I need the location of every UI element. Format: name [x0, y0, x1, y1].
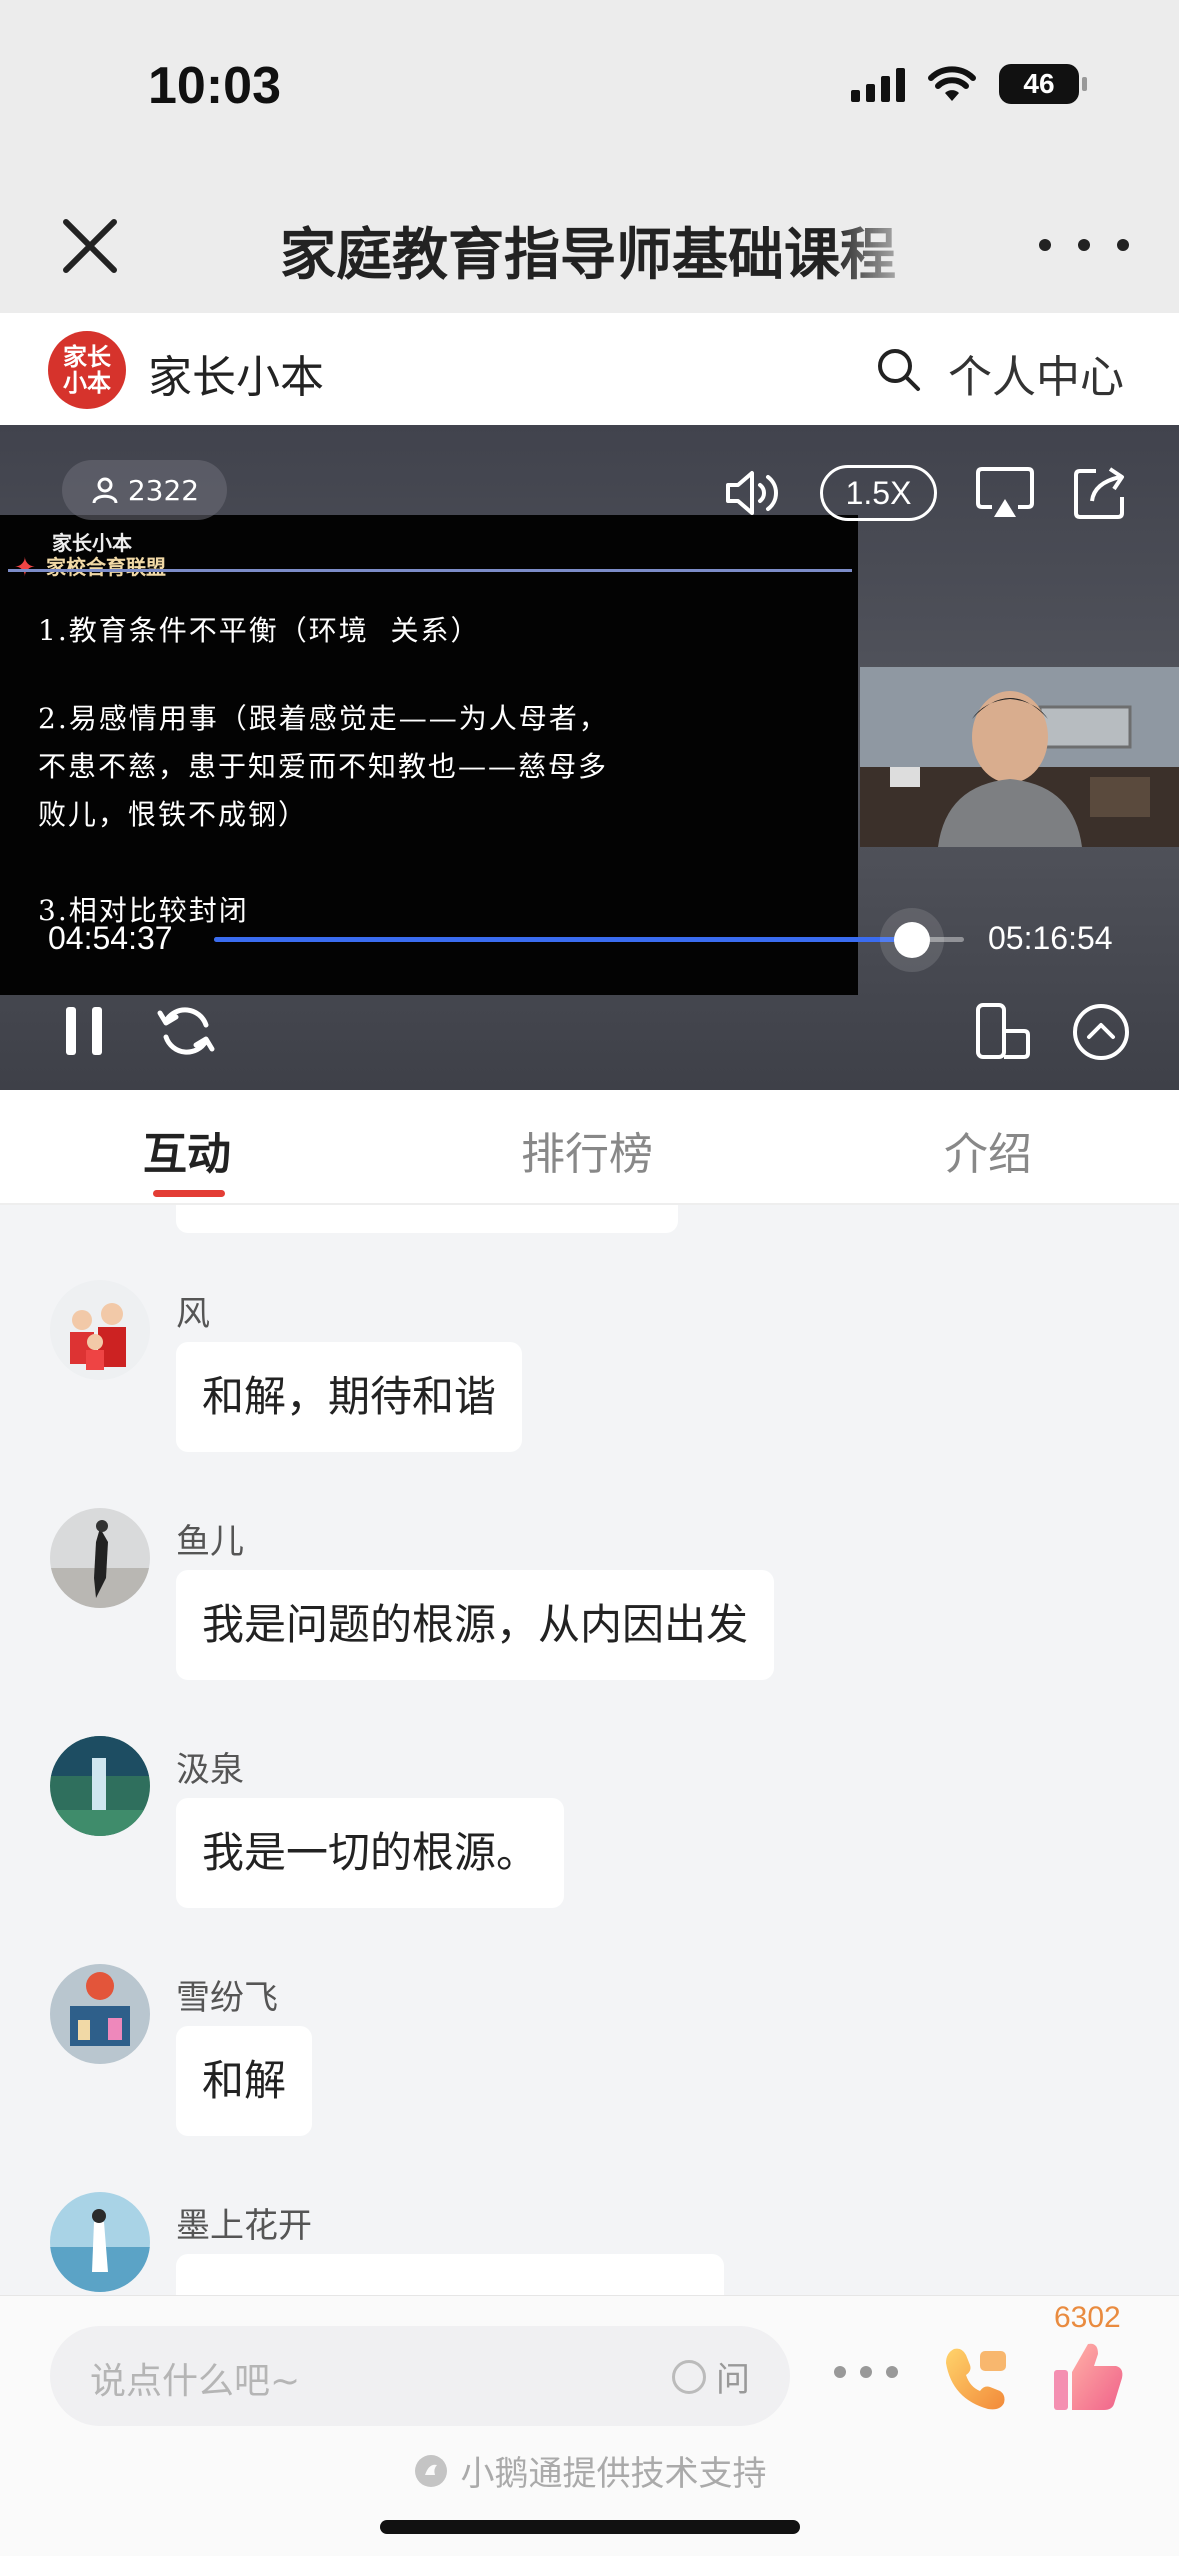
slide-divider	[8, 569, 852, 572]
dot-icon	[886, 2366, 898, 2378]
pause-icon[interactable]	[62, 1005, 108, 1057]
presenter-image	[860, 667, 1179, 847]
playback-speed-button[interactable]: 1.5X	[820, 465, 937, 521]
phone-call-icon[interactable]	[940, 2341, 1012, 2413]
avatar[interactable]	[50, 1508, 150, 1608]
active-tab-indicator	[153, 1190, 225, 1197]
person-icon	[92, 477, 118, 504]
home-indicator[interactable]	[380, 2520, 800, 2534]
comment-author: 汲泉	[176, 1750, 244, 1790]
personal-center-link[interactable]: 个人中心	[948, 341, 1124, 405]
dot-icon	[1117, 239, 1129, 251]
slide-sub-brand: 家校合育联盟	[46, 555, 166, 579]
app-header: 家长 小本 家长小本 个人中心	[0, 313, 1179, 425]
rotate-screen-icon[interactable]	[972, 1001, 1032, 1061]
battery-icon: 46	[999, 64, 1087, 104]
thumbs-up-icon[interactable]	[1048, 2336, 1128, 2416]
logo-text-bottom: 小本	[63, 369, 111, 397]
collapse-up-icon[interactable]	[1070, 1001, 1132, 1063]
page-title: 家庭教育指导师基础课程	[280, 223, 896, 288]
comment-author: 墨上花开	[176, 2206, 312, 2246]
comment-list[interactable]: 风 和解，期待和谐 鱼儿 我是问题的根源，从内因出发 汲泉 我是一切的根源。 雪…	[0, 1205, 1179, 2295]
more-options-button[interactable]	[1039, 220, 1129, 270]
slide-line-1: 1.教育条件不平衡（环境 关系）	[38, 614, 481, 647]
more-actions-button[interactable]	[834, 2366, 898, 2378]
search-icon[interactable]	[874, 345, 924, 395]
cast-icon[interactable]	[974, 465, 1036, 523]
comment-input-placeholder: 说点什么吧~	[90, 2361, 301, 2402]
tab-bar: 互动 排行榜 介绍	[0, 1090, 1179, 1205]
bird-logo-icon: ✦	[14, 553, 36, 583]
dot-icon	[1039, 239, 1051, 251]
comment-author: 雪纷飞	[176, 1978, 278, 2018]
viewer-count: 2322	[62, 460, 227, 520]
tab-leaderboard[interactable]: 排行榜	[521, 1118, 653, 1182]
progress-thumb[interactable]	[893, 922, 930, 958]
comment-author: 风	[176, 1294, 210, 1334]
volume-icon[interactable]	[722, 467, 784, 519]
partial-comment-bubble	[176, 1205, 678, 1233]
comment-text: 我是一切的根源。	[176, 1798, 565, 1908]
ask-question-toggle[interactable]: 问	[672, 2352, 750, 2401]
current-time: 04:54:37	[48, 920, 173, 956]
comment-text: 我是问题的根源，从内因出发	[176, 1570, 775, 1680]
tab-introduction[interactable]: 介绍	[944, 1118, 1032, 1182]
radio-circle-icon	[672, 2359, 706, 2394]
status-time: 10:03	[148, 57, 281, 115]
dot-icon	[860, 2366, 872, 2378]
share-icon[interactable]	[1070, 463, 1130, 523]
progress-fill	[214, 937, 912, 942]
comment-text: 和解	[176, 2026, 313, 2136]
progress-bar[interactable]	[214, 922, 964, 958]
wifi-icon	[928, 66, 976, 101]
comment-text: 和解，期待和谐	[176, 1342, 523, 1452]
viewer-count-value: 2322	[127, 473, 200, 507]
status-bar: 10:03 46	[0, 0, 1179, 170]
refresh-icon[interactable]	[156, 1001, 216, 1061]
logo-text-top: 家长	[63, 343, 111, 371]
brand-name[interactable]: 家长小本	[148, 341, 324, 405]
bottom-bar: 说点什么吧~ 问 6302 小鹅通提供技术支持	[0, 2295, 1179, 2556]
close-icon[interactable]	[50, 206, 130, 286]
video-player[interactable]: ✦ 家长小本 家校合育联盟 1.教育条件不平衡（环境 关系） 2.易感情用事（跟…	[0, 425, 1179, 1090]
brand-logo[interactable]: 家长 小本	[48, 331, 126, 409]
avatar[interactable]	[50, 1736, 150, 1836]
avatar[interactable]	[50, 1280, 150, 1380]
status-icons: 46	[851, 64, 1087, 104]
comment-input[interactable]: 说点什么吧~ 问	[50, 2326, 790, 2426]
title-bar: 家庭教育指导师基础课程	[0, 170, 1179, 313]
like-count: 6302	[1054, 2301, 1121, 2334]
comment-text	[176, 2254, 724, 2295]
tech-support-text: 小鹅通提供技术支持	[460, 2454, 767, 2494]
slide-line-2: 2.易感情用事（跟着感觉走——为人母者， 不患不慈，患于知爱而不知教也——慈母多…	[38, 702, 609, 831]
ask-label: 问	[716, 2360, 750, 2400]
dot-icon	[834, 2366, 846, 2378]
tab-interaction[interactable]: 互动	[143, 1118, 231, 1182]
avatar[interactable]	[50, 2192, 150, 2292]
cellular-signal-icon	[851, 66, 905, 102]
presenter-video[interactable]	[860, 667, 1179, 847]
comment-author: 鱼儿	[176, 1522, 244, 1562]
tech-support-note: 小鹅通提供技术支持	[0, 2446, 1179, 2495]
total-time: 05:16:54	[988, 920, 1113, 956]
avatar[interactable]	[50, 1964, 150, 2064]
xiaoe-logo-icon	[414, 2454, 447, 2487]
dot-icon	[1078, 239, 1090, 251]
